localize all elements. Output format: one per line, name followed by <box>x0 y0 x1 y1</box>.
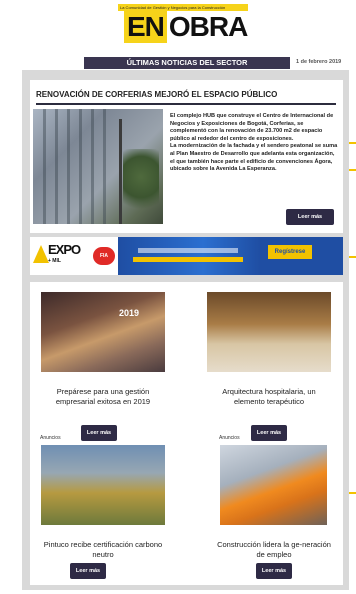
card-title[interactable]: Prepárese para una gestión empresarial e… <box>41 387 165 407</box>
ad-badge: FIA <box>93 247 115 265</box>
edge-marker <box>349 142 356 144</box>
read-more-button[interactable]: Leer más <box>81 425 117 441</box>
ads-label: Anuncios <box>219 435 240 441</box>
feature-text: El complejo HUB que construye el Centro … <box>170 113 338 174</box>
ad-banner[interactable]: EXPO + MIL FIA Regístrese <box>30 237 343 275</box>
card-title[interactable]: Arquitectura hospitalaria, un elemento t… <box>207 387 331 407</box>
card-image[interactable]: 2019 <box>41 292 165 372</box>
section-title: ÚLTIMAS NOTICIAS DEL SECTOR <box>84 57 290 69</box>
ad-register-label: Regístrese <box>268 245 312 259</box>
read-more-button[interactable]: Leer más <box>70 563 106 579</box>
read-more-button[interactable]: Leer más <box>251 425 287 441</box>
card-image[interactable] <box>220 445 327 525</box>
news-card: Arquitectura hospitalaria, un elemento t… <box>207 292 331 441</box>
feature-article: RENOVACIÓN DE CORFERIAS MEJORÓ EL ESPACI… <box>30 80 343 233</box>
issue-date: 1 de febrero 2019 <box>296 59 342 65</box>
logo[interactable]: EN OBRA <box>124 11 248 43</box>
feature-divider <box>36 103 336 105</box>
logo-en: EN <box>124 11 167 43</box>
ads-label: Anuncios <box>40 435 61 441</box>
news-grid: 2019 Prepárese para una gestión empresar… <box>30 282 343 585</box>
card-title[interactable]: Pintuco recibe certificación carbono neu… <box>41 540 165 560</box>
feature-paragraph-2: La modernización de la fachada y el send… <box>170 143 338 173</box>
tagline: La Comunidad de Gestión y Negocios para … <box>118 4 248 11</box>
read-more-button[interactable]: Leer más <box>256 563 292 579</box>
news-card: Construcción lidera la ge-neración de em… <box>217 445 344 580</box>
feature-read-more-button[interactable]: Leer más <box>286 209 334 225</box>
feature-image[interactable] <box>33 109 163 224</box>
card-title[interactable]: Construcción lidera la ge-neración de em… <box>212 540 336 560</box>
ad-expo-text: EXPO <box>48 242 81 257</box>
card-image[interactable] <box>41 445 165 525</box>
card-image-year: 2019 <box>119 308 140 318</box>
warning-triangle-icon <box>33 245 49 263</box>
ad-right-block: Regístrese <box>260 237 343 275</box>
logo-obra: OBRA <box>168 11 248 42</box>
news-card: Pintuco recibe certificación carbono neu… <box>41 445 165 580</box>
ad-expo-sub: + MIL <box>48 258 61 264</box>
edge-marker <box>349 492 356 494</box>
header: La Comunidad de Gestión y Negocios para … <box>0 0 356 70</box>
news-card: 2019 Prepárese para una gestión empresar… <box>41 292 165 441</box>
edge-marker <box>349 169 356 171</box>
ad-expo-block: EXPO + MIL FIA <box>30 237 118 275</box>
card-image[interactable] <box>207 292 331 372</box>
feature-title[interactable]: RENOVACIÓN DE CORFERIAS MEJORÓ EL ESPACI… <box>36 90 277 99</box>
ad-middle-graphic <box>118 237 260 275</box>
edge-marker <box>349 256 356 258</box>
feature-paragraph-1: El complejo HUB que construye el Centro … <box>170 113 334 142</box>
